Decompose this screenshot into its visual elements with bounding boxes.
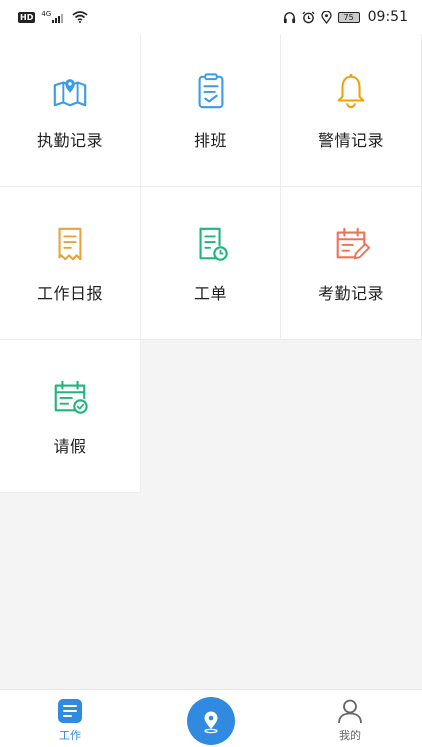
tab-work-label: 工作	[59, 729, 81, 742]
status-bar-right: 75 09:51	[283, 9, 408, 25]
alarm-icon	[302, 10, 315, 23]
tile-label: 请假	[53, 437, 87, 456]
receipt-icon	[58, 227, 82, 261]
tile-label: 考勤记录	[317, 284, 384, 303]
hd-badge: HD	[18, 11, 36, 23]
tile-duty-record[interactable]: 执勤记录	[0, 34, 141, 187]
location-pin-icon	[204, 711, 218, 734]
function-grid: 执勤记录 排班 警情记录 工作日报 工单 考勤记录 请假	[0, 34, 422, 493]
tab-mine[interactable]: 我的	[300, 690, 400, 747]
bottom-tab-bar: 工作 我的	[0, 689, 422, 747]
tile-label: 排班	[193, 131, 227, 150]
center-location-button[interactable]	[187, 697, 235, 745]
tile-attendance-record[interactable]: 考勤记录	[281, 187, 422, 340]
document-list-icon	[58, 699, 82, 723]
signal-icon: 4G	[41, 9, 66, 23]
tile-schedule[interactable]: 排班	[141, 34, 281, 187]
tile-label: 执勤记录	[36, 131, 103, 150]
tile-label: 警情记录	[317, 131, 384, 150]
calendar-edit-icon	[336, 227, 370, 260]
calendar-check-icon	[54, 380, 88, 414]
tab-work[interactable]: 工作	[20, 690, 120, 747]
status-bar-left: HD 4G	[18, 9, 88, 23]
bell-icon	[337, 73, 365, 109]
wifi-icon	[72, 11, 88, 23]
location-icon	[320, 10, 332, 24]
status-bar: HD 4G 75 09:51	[0, 0, 422, 34]
tile-label: 工单	[193, 284, 227, 303]
network-type: 4G	[41, 9, 52, 18]
document-clock-icon	[199, 227, 228, 261]
tile-daily-report[interactable]: 工作日报	[0, 187, 141, 340]
battery-indicator: 75	[337, 11, 360, 23]
clipboard-check-icon	[198, 73, 223, 109]
tile-alarm-record[interactable]: 警情记录	[281, 34, 422, 187]
status-time: 09:51	[367, 9, 408, 25]
tile-label: 工作日报	[36, 284, 103, 303]
tab-mine-label: 我的	[339, 729, 361, 742]
map-pin-icon	[53, 79, 87, 107]
user-icon	[338, 699, 362, 724]
tile-leave-request[interactable]: 请假	[0, 340, 141, 493]
tile-work-order[interactable]: 工单	[141, 187, 281, 340]
headset-icon	[283, 11, 295, 23]
